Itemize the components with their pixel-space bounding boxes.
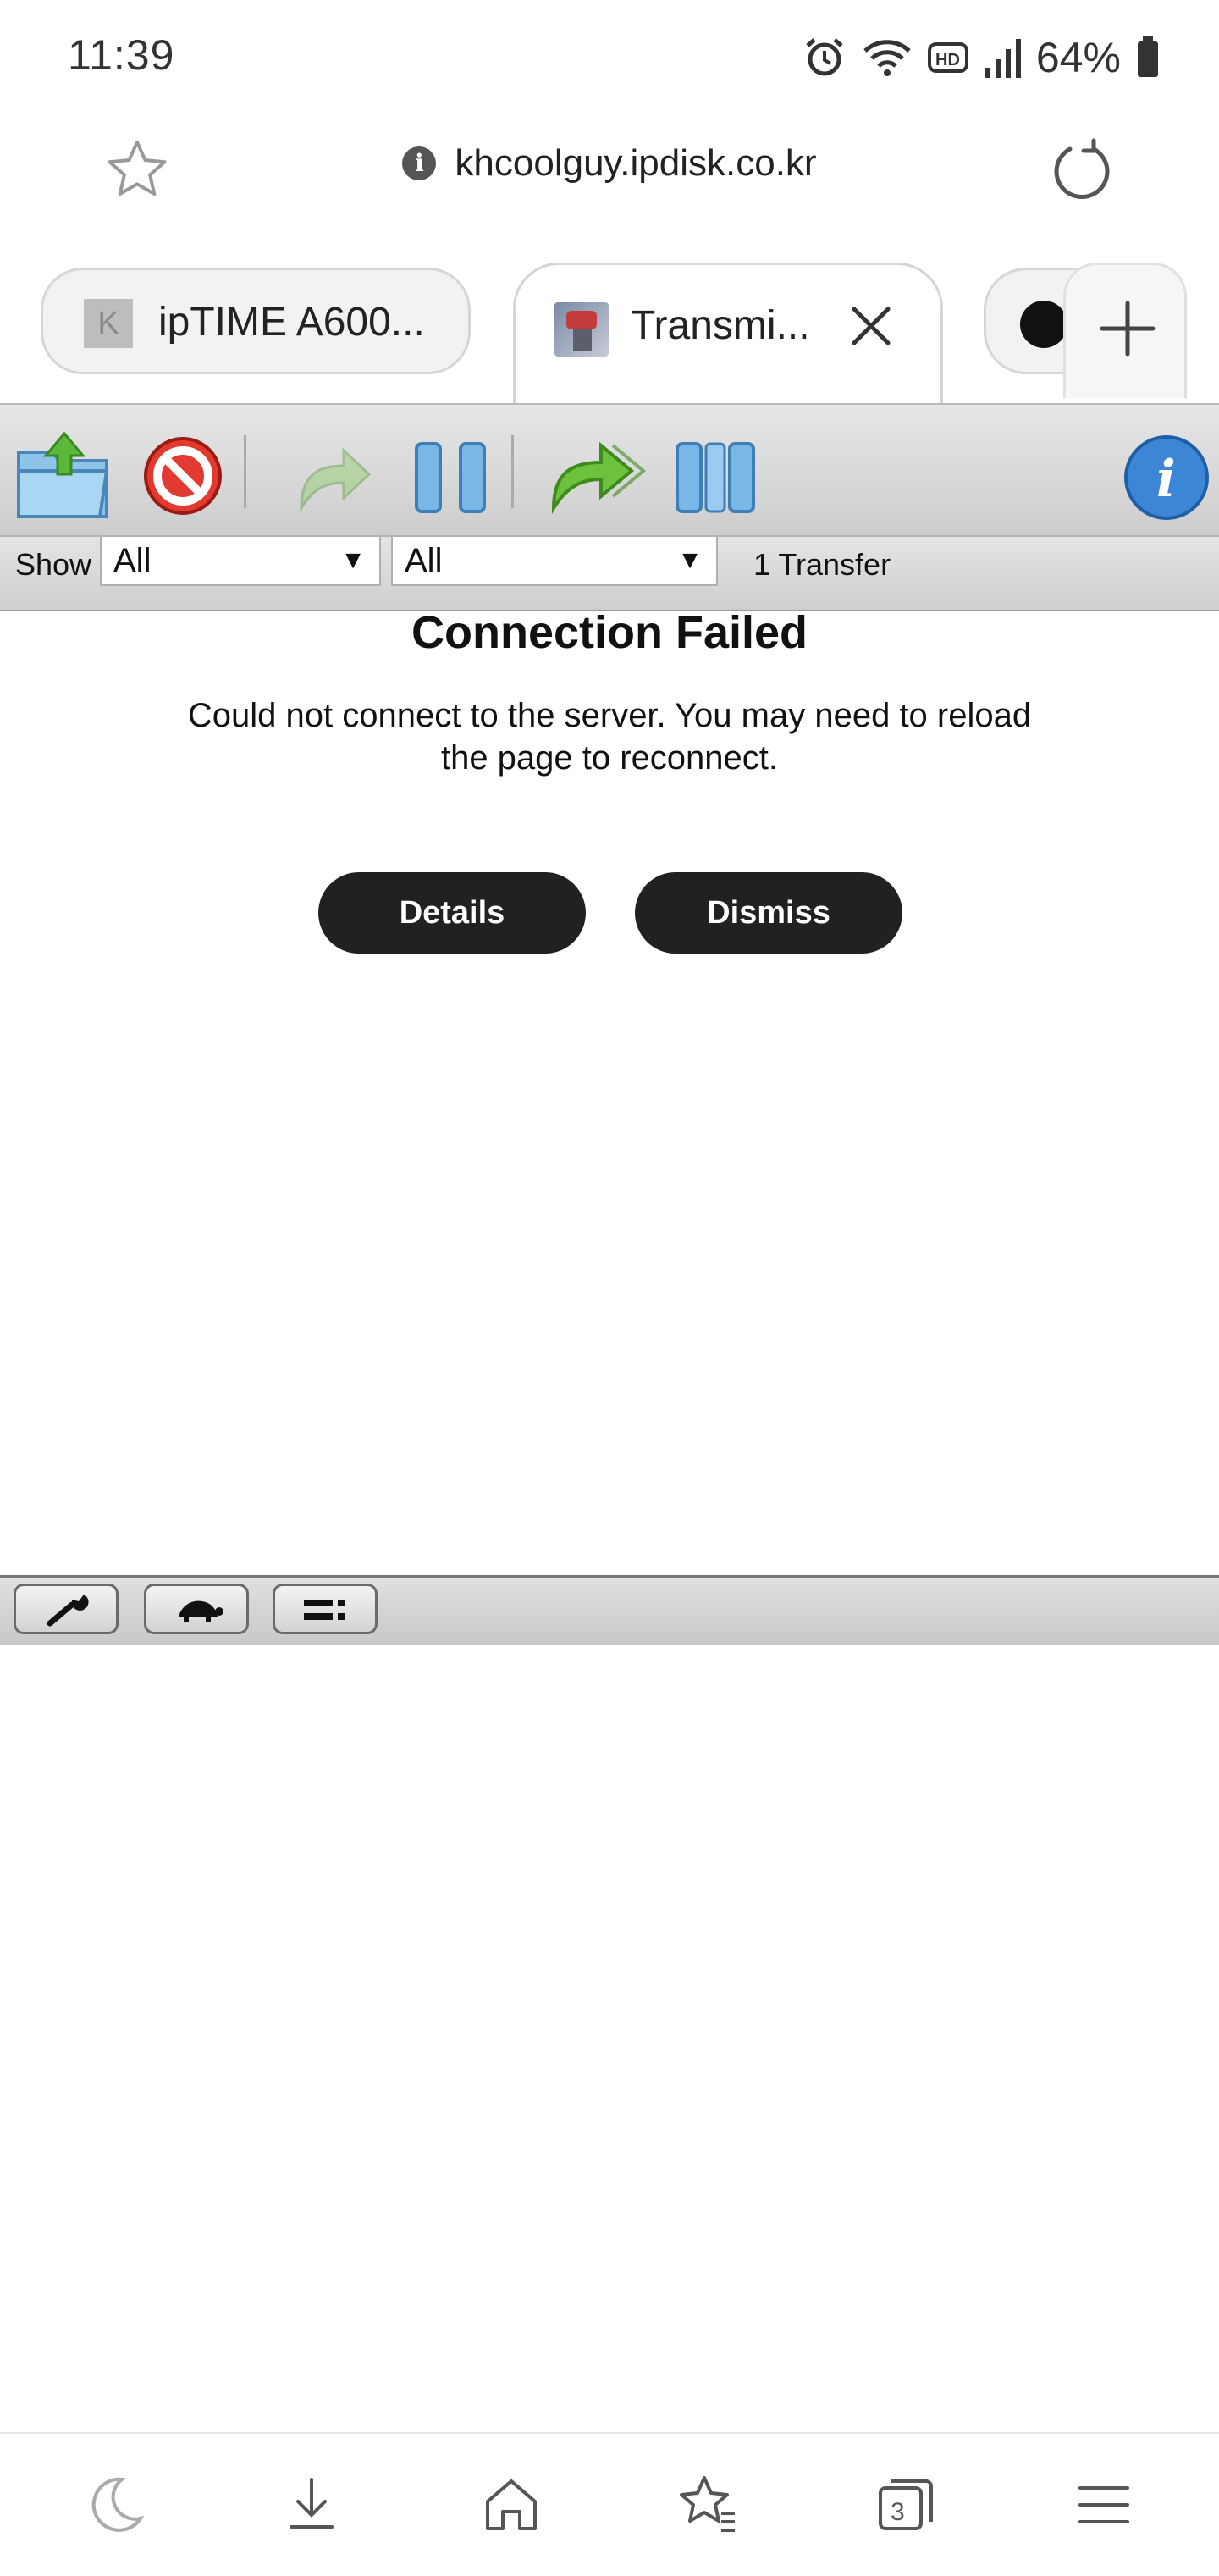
tab-favicon — [1020, 301, 1067, 348]
tab-transmission[interactable]: Transmi... — [513, 263, 943, 406]
resume-all-icon[interactable] — [549, 435, 647, 517]
night-mode-icon[interactable] — [80, 2471, 147, 2539]
signal-icon — [985, 39, 1021, 78]
remove-torrent-icon[interactable] — [139, 432, 227, 520]
menu-icon[interactable] — [1070, 2471, 1138, 2539]
svg-text:HD: HD — [935, 51, 960, 69]
tab-label: Transmi... — [631, 303, 810, 348]
dialog-title: Connection Failed — [411, 607, 808, 658]
dialog-message: Could not connect to the server. You may… — [187, 697, 1032, 777]
transfer-count: 1 Transfer — [753, 547, 891, 582]
wrench-icon — [47, 1595, 89, 1627]
alarm-icon — [806, 38, 843, 76]
resume-icon[interactable] — [293, 440, 374, 517]
tab-favicon: K — [84, 299, 133, 348]
show-label: Show — [15, 547, 92, 582]
tabs-icon[interactable]: 3 — [872, 2471, 940, 2539]
transmission-favicon-icon — [554, 302, 609, 357]
pause-icon[interactable] — [411, 437, 493, 518]
battery-icon — [1138, 36, 1158, 77]
site-info-icon[interactable]: i — [402, 146, 437, 180]
home-icon[interactable] — [477, 2471, 545, 2539]
tracker-filter-select[interactable]: All ▼ — [391, 535, 718, 586]
plus-icon — [1100, 301, 1156, 357]
status-icons: HD 64% — [803, 30, 1160, 85]
url-text[interactable]: khcoolguy.ipdisk.co.kr — [455, 142, 816, 185]
tab-iptime[interactable]: K ipTIME A600... — [41, 268, 471, 374]
close-tab-icon[interactable] — [844, 299, 898, 353]
hd-voice-icon: HD — [927, 42, 968, 73]
tracker-filter-value: All — [405, 542, 443, 579]
open-torrent-icon[interactable] — [14, 427, 115, 523]
svg-text:i: i — [1156, 450, 1176, 509]
toolbar-separator — [244, 435, 246, 508]
compact-view-button[interactable] — [273, 1584, 378, 1634]
reload-icon[interactable] — [1046, 135, 1117, 207]
dismiss-button[interactable]: Dismiss — [635, 872, 902, 954]
dropdown-arrow-icon: ▼ — [677, 546, 703, 574]
status-time: 11:39 — [68, 31, 175, 79]
inspector-info-icon[interactable]: i — [1122, 434, 1211, 522]
dropdown-arrow-icon: ▼ — [340, 546, 366, 574]
download-icon[interactable] — [278, 2471, 345, 2539]
tab-count: 3 — [891, 2498, 905, 2526]
browser-nav-bar — [0, 2432, 1219, 2576]
pause-all-icon[interactable] — [674, 437, 760, 518]
toolbar-separator — [511, 435, 514, 508]
wifi-icon — [863, 40, 911, 76]
status-filter-value: All — [113, 542, 152, 579]
url-display[interactable]: i khcoolguy.ipdisk.co.kr — [0, 142, 1219, 185]
settings-button[interactable] — [14, 1584, 119, 1634]
list-view-icon — [304, 1600, 345, 1620]
turtle-mode-button[interactable] — [144, 1584, 249, 1634]
turtle-icon — [179, 1600, 223, 1622]
bookmarks-icon[interactable] — [674, 2471, 742, 2539]
details-button[interactable]: Details — [318, 872, 586, 954]
status-filter-select[interactable]: All ▼ — [100, 535, 381, 586]
tab-label: ipTIME A600... — [158, 300, 425, 345]
new-tab-button[interactable] — [1063, 263, 1187, 398]
battery-percent: 64% — [1035, 34, 1121, 81]
